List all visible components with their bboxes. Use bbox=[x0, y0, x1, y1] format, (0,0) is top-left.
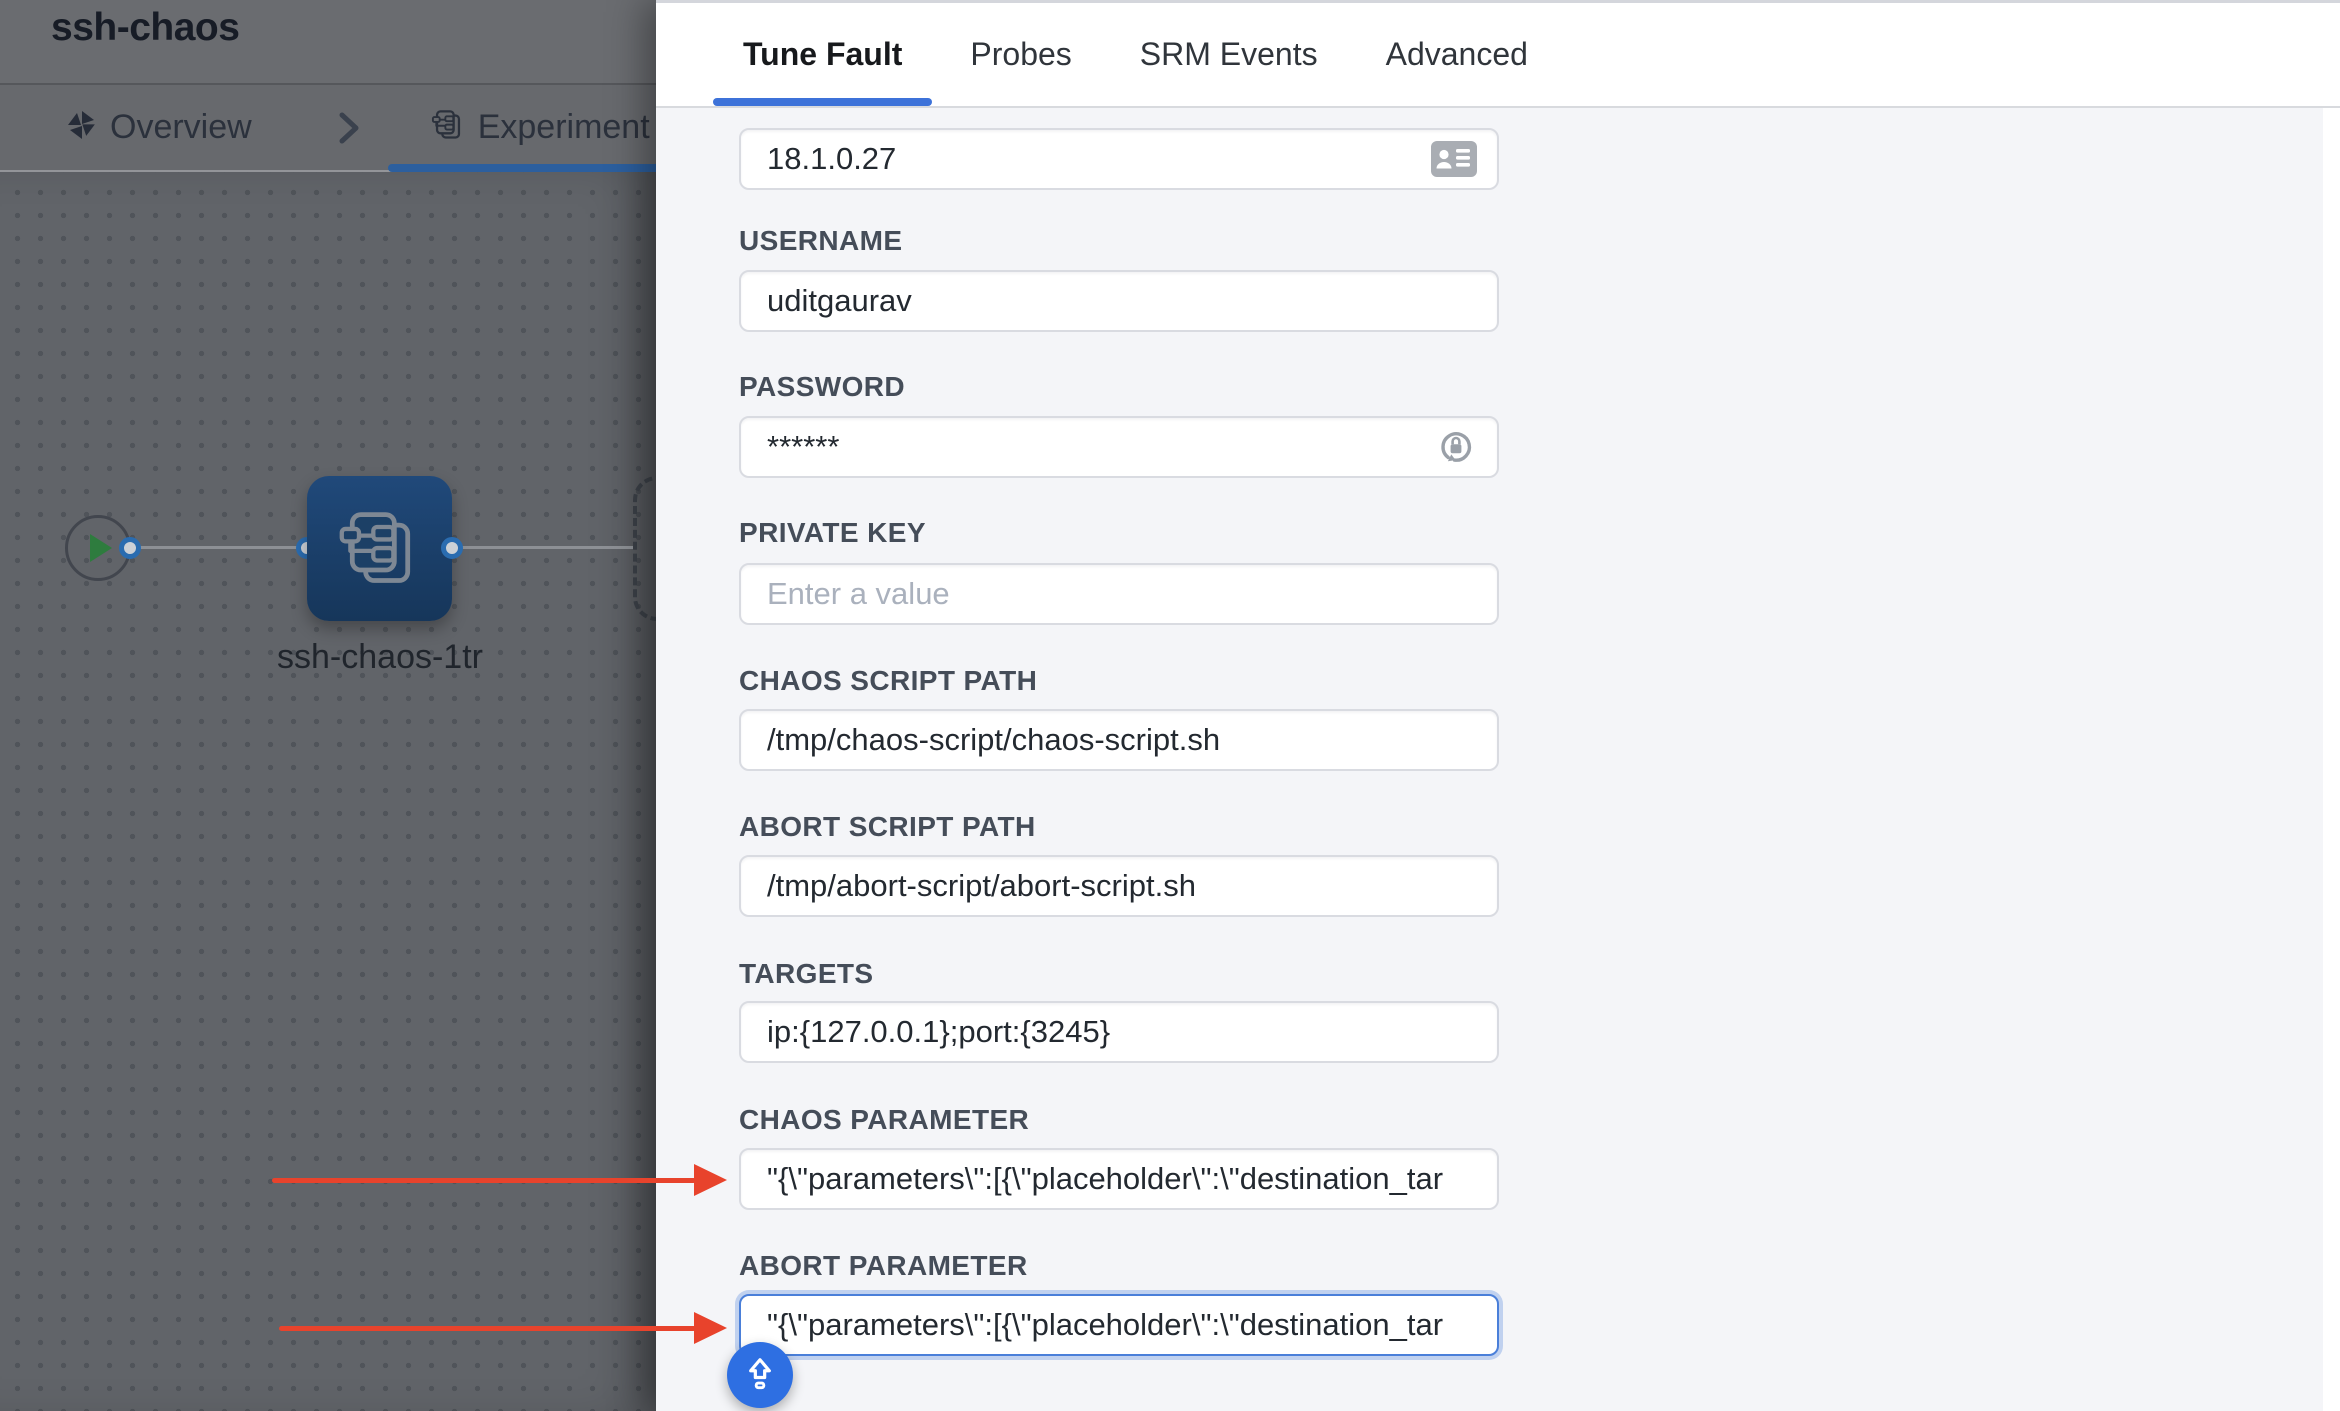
private-key-input[interactable] bbox=[739, 563, 1499, 625]
pipeline-panel: ssh-chaos Overview bbox=[0, 0, 660, 1411]
private-key-field-wrap bbox=[739, 563, 1499, 625]
host-field-wrap bbox=[739, 128, 1499, 190]
chaos-script-path-label: CHAOS SCRIPT PATH bbox=[739, 665, 1037, 697]
breadcrumb-overview-label: Overview bbox=[110, 108, 252, 147]
breadcrumb: Overview bbox=[0, 85, 660, 172]
fault-node-ssh-chaos[interactable] bbox=[307, 476, 452, 621]
page-title: ssh-chaos bbox=[51, 6, 239, 50]
chaos-parameter-field-wrap bbox=[739, 1148, 1499, 1210]
connector-dot bbox=[441, 537, 463, 559]
tune-fault-drawer: Tune Fault Probes SRM Events Advanced US… bbox=[656, 0, 2340, 1411]
chaos-parameter-label: CHAOS PARAMETER bbox=[739, 1104, 1029, 1136]
breadcrumb-item-overview[interactable]: Overview bbox=[67, 108, 252, 147]
breadcrumb-experiment-label: Experiment bbox=[478, 108, 650, 147]
upload-apply-icon bbox=[738, 1353, 782, 1397]
password-label: PASSWORD bbox=[739, 371, 905, 403]
fault-node-label: ssh-chaos-1tr bbox=[254, 638, 506, 677]
chaos-script-path-field-wrap bbox=[739, 709, 1499, 771]
breadcrumb-item-experiment[interactable]: Experiment bbox=[431, 108, 650, 147]
experiment-steps-icon bbox=[337, 506, 423, 592]
apply-changes-button[interactable] bbox=[727, 1342, 793, 1408]
pinwheel-icon bbox=[67, 110, 97, 145]
tab-probes[interactable]: Probes bbox=[970, 3, 1071, 106]
abort-script-path-input[interactable] bbox=[739, 855, 1499, 917]
tab-tune-fault[interactable]: Tune Fault bbox=[743, 3, 902, 106]
username-input[interactable] bbox=[739, 270, 1499, 332]
edge-connector bbox=[452, 546, 633, 549]
experiment-header: ssh-chaos bbox=[0, 0, 660, 85]
pipeline-canvas[interactable]: ssh-chaos-1tr bbox=[0, 172, 660, 1411]
password-reset-icon[interactable] bbox=[1435, 426, 1477, 468]
tab-advanced[interactable]: Advanced bbox=[1386, 3, 1528, 106]
edge-connector bbox=[131, 546, 307, 549]
targets-field-wrap bbox=[739, 1001, 1499, 1063]
experiment-steps-icon bbox=[431, 108, 465, 147]
private-key-label: PRIVATE KEY bbox=[739, 517, 926, 549]
targets-label: TARGETS bbox=[739, 958, 874, 990]
contact-card-icon[interactable] bbox=[1431, 141, 1477, 177]
host-input[interactable] bbox=[739, 128, 1499, 190]
breadcrumb-active-underline bbox=[388, 164, 660, 172]
abort-parameter-input[interactable] bbox=[739, 1294, 1499, 1356]
abort-parameter-label: ABORT PARAMETER bbox=[739, 1250, 1028, 1282]
chaos-studio-app: ssh-chaos Overview bbox=[0, 0, 2340, 1411]
abort-parameter-field-wrap bbox=[739, 1294, 1499, 1356]
tab-srm-events[interactable]: SRM Events bbox=[1140, 3, 1318, 106]
chaos-script-path-input[interactable] bbox=[739, 709, 1499, 771]
username-field-wrap bbox=[739, 270, 1499, 332]
targets-input[interactable] bbox=[739, 1001, 1499, 1063]
password-field-wrap bbox=[739, 416, 1499, 478]
chaos-parameter-input[interactable] bbox=[739, 1148, 1499, 1210]
connector-dot bbox=[119, 537, 141, 559]
play-icon bbox=[90, 534, 112, 562]
drawer-tabbar: Tune Fault Probes SRM Events Advanced bbox=[656, 3, 2340, 108]
username-label: USERNAME bbox=[739, 225, 902, 257]
abort-script-path-label: ABORT SCRIPT PATH bbox=[739, 811, 1036, 843]
scrollbar-gutter[interactable] bbox=[2323, 108, 2340, 1411]
abort-script-path-field-wrap bbox=[739, 855, 1499, 917]
chevron-right-icon bbox=[338, 111, 360, 145]
password-input[interactable] bbox=[739, 416, 1499, 478]
